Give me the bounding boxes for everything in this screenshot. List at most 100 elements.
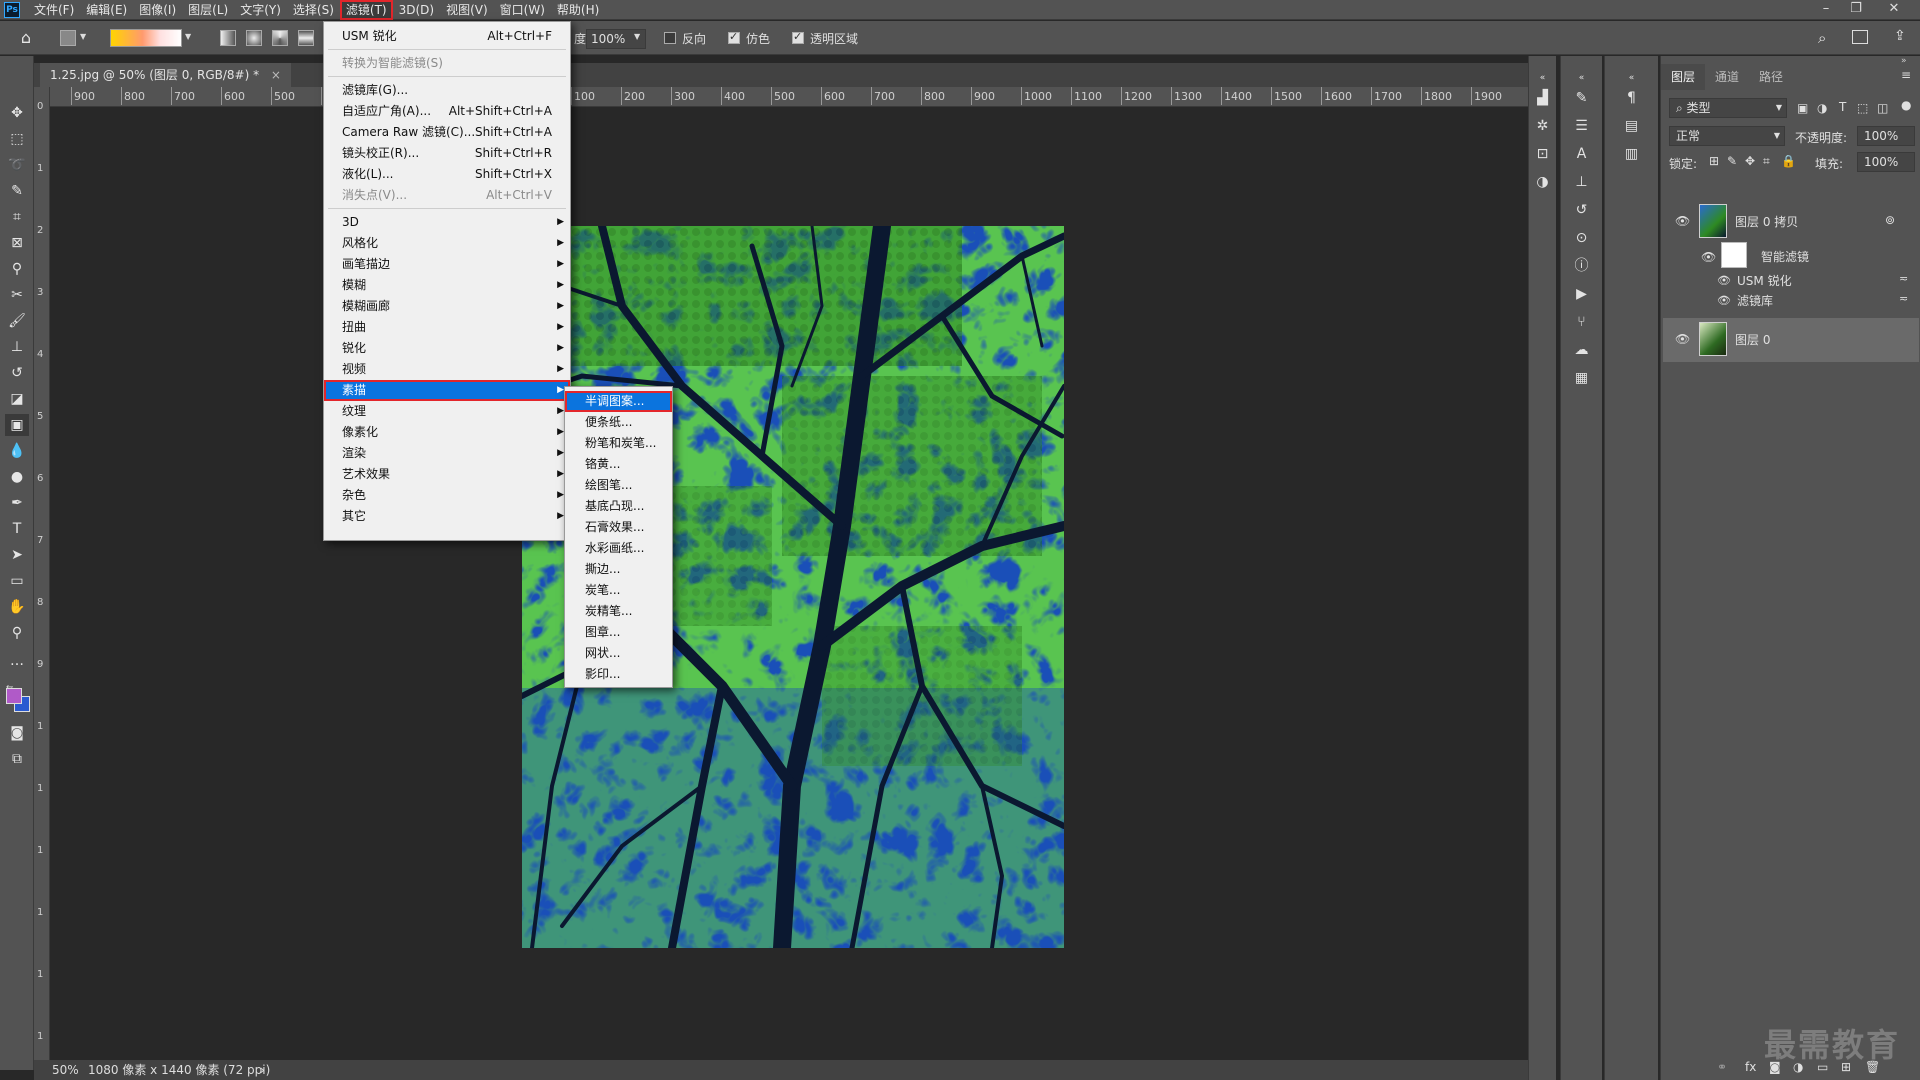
filter-eye-icon[interactable]: 👁 — [1717, 294, 1731, 307]
history-icon[interactable]: ↺ — [1561, 198, 1602, 222]
filter-item[interactable]: 滤镜库 — [1737, 292, 1773, 309]
menu-4[interactable]: 文字(Y) — [234, 0, 287, 20]
sketch-filter-item[interactable]: 半调图案... — [565, 391, 672, 412]
filter-menu-item[interactable]: Camera Raw 滤镜(C)... Shift+Ctrl+A — [324, 122, 570, 143]
sketch-filter-item[interactable]: 水彩画纸... — [565, 538, 672, 559]
histogram-icon[interactable]: ▟ — [1529, 86, 1556, 110]
menu-7[interactable]: 3D(D) — [393, 0, 440, 20]
table-icon[interactable]: ▦ — [1561, 366, 1602, 390]
gradient-tool-icon[interactable]: ▣ — [5, 414, 29, 436]
chevron-down-icon[interactable]: ▼ — [80, 32, 86, 41]
panel-tab-2[interactable]: 路径 — [1749, 64, 1793, 90]
reflected-gradient-icon[interactable] — [298, 30, 314, 46]
filter-toggle-icon[interactable]: ● — [1901, 98, 1911, 112]
filter-type-icon[interactable]: T — [1839, 100, 1846, 114]
minimize-icon[interactable]: – — [1812, 0, 1840, 20]
sketch-filter-item[interactable]: 撕边... — [565, 559, 672, 580]
hand-tool-icon[interactable]: ✋ — [5, 596, 29, 618]
close-icon[interactable]: ✕ — [1880, 0, 1908, 20]
paragraph-icon[interactable]: ¶ — [1605, 86, 1658, 110]
color-icon[interactable]: ◑ — [1529, 170, 1556, 194]
sketch-filter-item[interactable]: 粉笔和炭笔... — [565, 433, 672, 454]
dither-checkbox[interactable] — [728, 30, 740, 44]
filter-menu-item[interactable]: 像素化 ▶ — [324, 422, 570, 443]
filter-menu-item[interactable]: 镜头校正(R)... Shift+Ctrl+R — [324, 143, 570, 164]
menu-2[interactable]: 图像(I) — [133, 0, 182, 20]
angle-gradient-icon[interactable] — [272, 30, 288, 46]
filter-menu-item[interactable]: 渲染 ▶ — [324, 443, 570, 464]
menu-5[interactable]: 选择(S) — [287, 0, 340, 20]
fx-icon[interactable]: fx — [1745, 1060, 1756, 1074]
sketch-filter-item[interactable]: 便条纸... — [565, 412, 672, 433]
filter-menu-item[interactable]: 3D ▶ — [324, 212, 570, 233]
properties-icon[interactable]: ⓘ — [1561, 254, 1602, 278]
panel-tab-0[interactable]: 图层 — [1661, 64, 1706, 90]
menu-3[interactable]: 图层(L) — [182, 0, 234, 20]
paths-icon[interactable]: ⑂ — [1561, 310, 1602, 334]
lock-all-icon[interactable]: 🔒 — [1781, 154, 1796, 168]
blur-tool-icon[interactable]: 💧 — [5, 440, 29, 462]
share-icon[interactable]: ⇪ — [1894, 28, 1906, 44]
filter-menu-item[interactable]: 滤镜库(G)... — [324, 80, 570, 101]
tab-close-icon[interactable]: × — [271, 68, 281, 82]
filter-smart-icon[interactable]: ◫ — [1877, 101, 1888, 115]
transparency-checkbox[interactable] — [792, 30, 804, 44]
filter-menu-item[interactable]: 自适应广角(A)... Alt+Shift+Ctrl+A — [324, 101, 570, 122]
character-icon[interactable]: A — [1561, 142, 1602, 166]
filter-menu-item[interactable]: 转换为智能滤镜(S) — [324, 53, 570, 74]
lock-position-icon[interactable]: ✥ — [1745, 154, 1755, 168]
notes-icon[interactable]: ▥ — [1605, 142, 1658, 166]
sketch-filter-item[interactable]: 绘图笔... — [565, 475, 672, 496]
sketch-filter-item[interactable]: 基底凸现... — [565, 496, 672, 517]
filter-menu-item[interactable]: 模糊画廊 ▶ — [324, 296, 570, 317]
clone-source-icon[interactable]: ⊥ — [1561, 170, 1602, 194]
menu-0[interactable]: 文件(F) — [28, 0, 80, 20]
radial-gradient-icon[interactable] — [246, 30, 262, 46]
filter-menu-item[interactable]: 扭曲 ▶ — [324, 317, 570, 338]
stamp-tool-icon[interactable]: ⊥ — [5, 336, 29, 358]
filter-menu-item[interactable]: 视频 ▶ — [324, 359, 570, 380]
more-tools-icon[interactable]: … — [5, 650, 29, 672]
sketch-filter-item[interactable]: 石膏效果... — [565, 517, 672, 538]
filter-menu-item[interactable]: 其它 ▶ — [324, 506, 570, 527]
brush-tool-icon[interactable]: 🖌 — [5, 310, 29, 332]
lock-artboard-icon[interactable]: ⌗ — [1763, 154, 1770, 169]
status-arrow-icon[interactable]: › — [260, 1060, 265, 1080]
blend-mode-select[interactable]: 正常 ▼ — [1669, 126, 1785, 146]
screen-mode-icon[interactable]: ⧉ — [5, 748, 29, 770]
filter-menu-item[interactable]: 杂色 ▶ — [324, 485, 570, 506]
tool-preset-icon[interactable] — [60, 30, 76, 46]
link-layers-icon[interactable]: ⚭ — [1717, 1060, 1727, 1074]
glyphs-icon[interactable]: ▤ — [1605, 114, 1658, 138]
smart-filter-mask[interactable] — [1721, 242, 1747, 268]
info-icon[interactable]: ⊡ — [1529, 142, 1556, 166]
filter-menu-item[interactable]: 锐化 ▶ — [324, 338, 570, 359]
navigator-icon[interactable]: ✲ — [1529, 114, 1556, 138]
gradient-picker[interactable] — [110, 29, 182, 47]
fill-field[interactable]: 100% — [1857, 152, 1915, 172]
layer-row-copy[interactable]: 👁 图层 0 拷贝 ⊚ — [1663, 200, 1919, 244]
search-icon[interactable]: ⌕ — [1818, 29, 1826, 47]
home-icon[interactable]: ⌂ — [14, 28, 38, 48]
libraries-icon[interactable]: ⊙ — [1561, 226, 1602, 250]
type-tool-icon[interactable]: T — [5, 518, 29, 540]
sketch-filter-item[interactable]: 网状... — [565, 643, 672, 664]
brush-settings-icon[interactable]: ✎ — [1561, 86, 1602, 110]
linear-gradient-icon[interactable] — [220, 30, 236, 46]
panel-tab-1[interactable]: 通道 — [1705, 64, 1749, 90]
rectangle-tool-icon[interactable]: ▭ — [5, 570, 29, 592]
panel-menu-icon[interactable]: ≡ — [1901, 68, 1911, 82]
zoom-tool-icon[interactable]: ⚲ — [5, 622, 29, 644]
filter-menu-item[interactable]: 模糊 ▶ — [324, 275, 570, 296]
layer-opacity-field[interactable]: 100% — [1857, 126, 1915, 146]
marquee-tool-icon[interactable]: ⬚ — [5, 128, 29, 150]
dodge-tool-icon[interactable]: ● — [5, 466, 29, 488]
layer-row-base[interactable]: 👁 图层 0 — [1663, 318, 1919, 362]
sketch-filter-item[interactable]: 炭笔... — [565, 580, 672, 601]
visibility-eye-icon[interactable]: 👁 — [1675, 332, 1690, 346]
lasso-tool-icon[interactable]: ➰ — [5, 154, 29, 176]
history-brush-icon[interactable]: ↺ — [5, 362, 29, 384]
menu-1[interactable]: 编辑(E) — [80, 0, 133, 20]
filter-pixel-icon[interactable]: ▣ — [1797, 101, 1808, 115]
canvas-area[interactable] — [50, 108, 1528, 1060]
